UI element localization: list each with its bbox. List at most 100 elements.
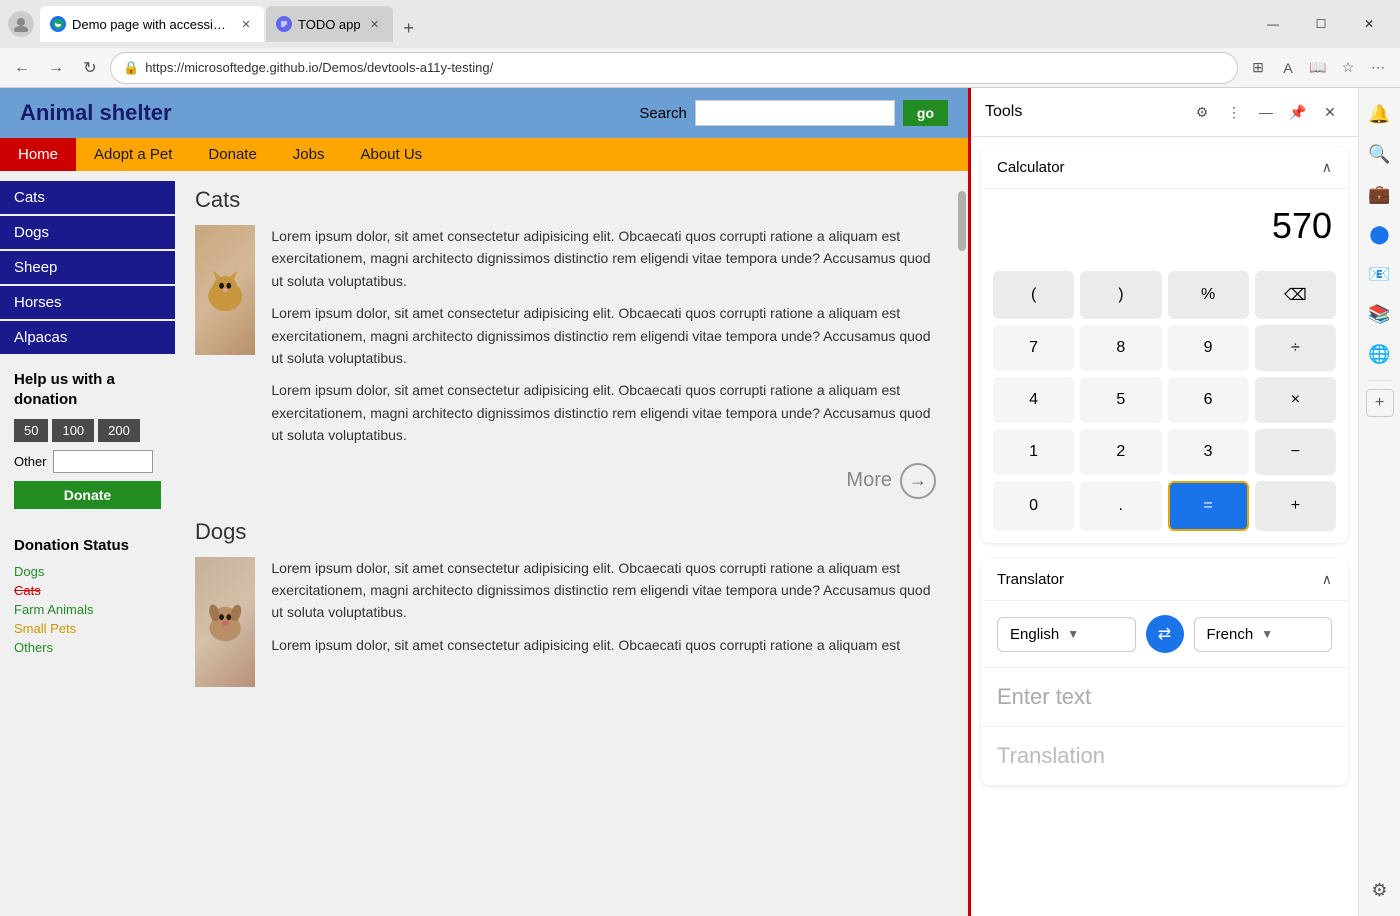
calc-btn-equals[interactable]: = bbox=[1168, 481, 1249, 531]
tools-filter-icon[interactable]: ⚙ bbox=[1188, 98, 1216, 126]
sidebar: Cats Dogs Sheep Horses Alpacas Help us w… bbox=[0, 171, 175, 916]
bell-icon[interactable]: 🔔 bbox=[1362, 96, 1398, 132]
translator-collapse-icon[interactable]: ∧ bbox=[1322, 571, 1332, 588]
add-tool-button[interactable]: + bbox=[1366, 389, 1394, 417]
reload-button[interactable]: ↻ bbox=[76, 54, 104, 82]
calc-title: Calculator bbox=[997, 159, 1065, 176]
calc-btn-minus[interactable]: − bbox=[1255, 429, 1336, 475]
calc-btn-8[interactable]: 8 bbox=[1080, 325, 1161, 371]
search-sidebar-icon[interactable]: 🔍 bbox=[1362, 136, 1398, 172]
search-button[interactable]: go bbox=[903, 100, 948, 126]
amount-200-button[interactable]: 200 bbox=[98, 419, 140, 442]
scrollbar[interactable] bbox=[956, 171, 968, 916]
settings-icon[interactable]: ⚙ bbox=[1362, 872, 1398, 908]
target-language-select[interactable]: French ▼ bbox=[1194, 617, 1333, 652]
target-lang-arrow-icon: ▼ bbox=[1261, 627, 1273, 641]
browser-chrome: Demo page with accessibility iss ✕ TODO … bbox=[0, 0, 1400, 88]
calc-btn-1[interactable]: 1 bbox=[993, 429, 1074, 475]
translator-input-area: Enter text bbox=[981, 667, 1348, 726]
swap-languages-button[interactable]: ⇄ bbox=[1146, 615, 1184, 653]
nav-item-jobs[interactable]: Jobs bbox=[275, 138, 343, 171]
sidebar-item-horses[interactable]: Horses bbox=[0, 286, 175, 319]
amount-100-button[interactable]: 100 bbox=[52, 419, 94, 442]
calc-btn-5[interactable]: 5 bbox=[1080, 377, 1161, 423]
back-button[interactable]: ← bbox=[8, 54, 36, 82]
other-amount-input[interactable] bbox=[53, 450, 153, 473]
collections-icon[interactable]: ⊞ bbox=[1244, 54, 1272, 82]
sidebar-item-cats[interactable]: Cats bbox=[0, 181, 175, 214]
address-bar[interactable]: 🔒 https://microsoftedge.github.io/Demos/… bbox=[110, 52, 1238, 84]
calc-collapse-icon[interactable]: ∧ bbox=[1322, 159, 1332, 176]
source-lang-arrow-icon: ▼ bbox=[1067, 627, 1079, 641]
address-text: https://microsoftedge.github.io/Demos/de… bbox=[145, 60, 1225, 75]
source-language-select[interactable]: English ▼ bbox=[997, 617, 1136, 652]
edge-browser-icon[interactable]: 🌐 bbox=[1362, 336, 1398, 372]
status-item-small-pets[interactable]: Small Pets bbox=[14, 619, 161, 638]
donate-button[interactable]: Donate bbox=[14, 481, 161, 509]
minimize-button[interactable]: — bbox=[1250, 8, 1296, 40]
tools-more-icon[interactable]: ⋮ bbox=[1220, 98, 1248, 126]
calc-btn-9[interactable]: 9 bbox=[1168, 325, 1249, 371]
calc-btn-divide[interactable]: ÷ bbox=[1255, 325, 1336, 371]
tab-close-demo[interactable]: ✕ bbox=[238, 16, 254, 32]
window-controls: — ☐ ✕ bbox=[1250, 8, 1392, 40]
calc-btn-6[interactable]: 6 bbox=[1168, 377, 1249, 423]
tab-close-todo[interactable]: ✕ bbox=[367, 16, 383, 32]
status-item-others[interactable]: Others bbox=[14, 638, 161, 657]
nav-item-home[interactable]: Home bbox=[0, 138, 76, 171]
tabs-area: Demo page with accessibility iss ✕ TODO … bbox=[40, 6, 1244, 42]
sidebar-item-sheep[interactable]: Sheep bbox=[0, 251, 175, 284]
amount-50-button[interactable]: 50 bbox=[14, 419, 48, 442]
nav-item-donate[interactable]: Donate bbox=[190, 138, 274, 171]
tools-header: Tools ⚙ ⋮ — 📌 ✕ bbox=[971, 88, 1358, 137]
status-item-dogs[interactable]: Dogs bbox=[14, 562, 161, 581]
calc-btn-0[interactable]: 0 bbox=[993, 481, 1074, 531]
tab-demo[interactable]: Demo page with accessibility iss ✕ bbox=[40, 6, 264, 42]
search-input[interactable] bbox=[695, 100, 895, 126]
scroll-thumb[interactable] bbox=[958, 191, 966, 251]
new-tab-button[interactable]: + bbox=[395, 14, 423, 42]
calc-btn-close-paren[interactable]: ) bbox=[1080, 271, 1161, 319]
status-item-farm[interactable]: Farm Animals bbox=[14, 600, 161, 619]
calc-btn-3[interactable]: 3 bbox=[1168, 429, 1249, 475]
status-item-cats[interactable]: Cats bbox=[14, 581, 161, 600]
cat-image bbox=[195, 225, 255, 355]
sidebar-item-dogs[interactable]: Dogs bbox=[0, 216, 175, 249]
tools-panel: Tools ⚙ ⋮ — 📌 ✕ Calculator ∧ 570 ( bbox=[968, 88, 1358, 916]
calc-btn-percent[interactable]: % bbox=[1168, 271, 1249, 319]
tools-pin-icon[interactable]: 📌 bbox=[1284, 98, 1312, 126]
translator-input-placeholder[interactable]: Enter text bbox=[997, 684, 1332, 710]
collections-sidebar-icon[interactable]: 📚 bbox=[1362, 296, 1398, 332]
calc-btn-open-paren[interactable]: ( bbox=[993, 271, 1074, 319]
tools-close-icon[interactable]: ✕ bbox=[1316, 98, 1344, 126]
circle-blue-icon[interactable]: ⬤ bbox=[1362, 216, 1398, 252]
dog-image bbox=[195, 557, 255, 687]
nav-item-about[interactable]: About Us bbox=[342, 138, 440, 171]
more-link-cats[interactable]: More → bbox=[195, 463, 936, 499]
calc-btn-plus[interactable]: + bbox=[1255, 481, 1336, 531]
tab-todo[interactable]: TODO app ✕ bbox=[266, 6, 393, 42]
source-lang-label: English bbox=[1010, 626, 1059, 643]
profile-icon[interactable] bbox=[8, 11, 34, 37]
calc-btn-2[interactable]: 2 bbox=[1080, 429, 1161, 475]
calc-btn-decimal[interactable]: . bbox=[1080, 481, 1161, 531]
site-title: Animal shelter bbox=[20, 100, 172, 126]
calc-display: 570 bbox=[981, 189, 1348, 263]
calc-btn-4[interactable]: 4 bbox=[993, 377, 1074, 423]
tools-minimize-icon[interactable]: — bbox=[1252, 98, 1280, 126]
calc-btn-7[interactable]: 7 bbox=[993, 325, 1074, 371]
outlook-icon[interactable]: 📧 bbox=[1362, 256, 1398, 292]
more-icon[interactable]: ⋯ bbox=[1364, 54, 1392, 82]
close-button[interactable]: ✕ bbox=[1346, 8, 1392, 40]
sidebar-item-alpacas[interactable]: Alpacas bbox=[0, 321, 175, 354]
calc-btn-multiply[interactable]: × bbox=[1255, 377, 1336, 423]
cats-text-block: Lorem ipsum dolor, sit amet consectetur … bbox=[271, 225, 936, 447]
favorites-icon[interactable]: ☆ bbox=[1334, 54, 1362, 82]
forward-button[interactable]: → bbox=[42, 54, 70, 82]
immersive-reader-icon[interactable]: 📖 bbox=[1304, 54, 1332, 82]
maximize-button[interactable]: ☐ bbox=[1298, 8, 1344, 40]
nav-item-adopt[interactable]: Adopt a Pet bbox=[76, 138, 190, 171]
read-aloud-icon[interactable]: A bbox=[1274, 54, 1302, 82]
calc-btn-backspace[interactable]: ⌫ bbox=[1255, 271, 1336, 319]
briefcase-icon[interactable]: 💼 bbox=[1362, 176, 1398, 212]
